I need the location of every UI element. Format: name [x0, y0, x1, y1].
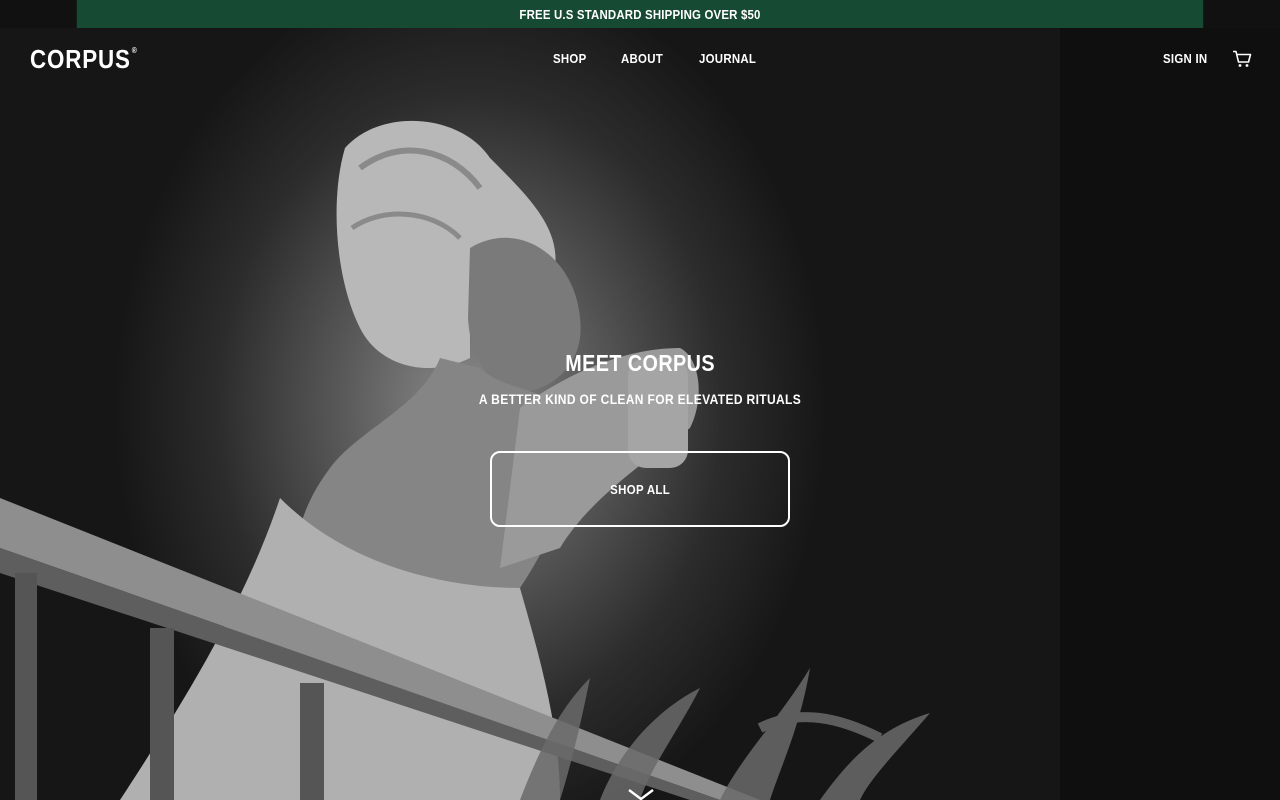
logo[interactable]: CORPUS®	[30, 44, 138, 75]
nav-shop[interactable]: SHOP	[553, 51, 586, 66]
hero-title: MEET CORPUS	[565, 350, 715, 376]
chevron-down-icon[interactable]	[627, 788, 655, 800]
registered-mark: ®	[131, 46, 138, 55]
hero-photo-illustration	[0, 28, 1280, 800]
nav-about[interactable]: ABOUT	[621, 51, 663, 66]
announcement-text: FREE U.S STANDARD SHIPPING OVER $50	[519, 6, 761, 22]
announcement-bar: FREE U.S STANDARD SHIPPING OVER $50	[76, 0, 1204, 28]
logo-text: CORPUS	[30, 44, 131, 74]
shop-all-label: SHOP ALL	[609, 481, 671, 497]
cart-icon[interactable]	[1232, 50, 1252, 68]
nav-journal[interactable]: JOURNAL	[699, 51, 756, 66]
main-nav: SHOP ABOUT JOURNAL	[553, 51, 764, 66]
site-header: CORPUS® SHOP ABOUT JOURNAL SIGN IN	[0, 28, 1280, 90]
hero-subtitle: A BETTER KIND OF CLEAN FOR ELEVATED RITU…	[478, 391, 802, 407]
hero-content: MEET CORPUS A BETTER KIND OF CLEAN FOR E…	[390, 350, 890, 407]
shop-all-button[interactable]: SHOP ALL	[490, 451, 790, 527]
hero-image	[0, 28, 1280, 800]
sign-in-link[interactable]: SIGN IN	[1163, 51, 1207, 66]
